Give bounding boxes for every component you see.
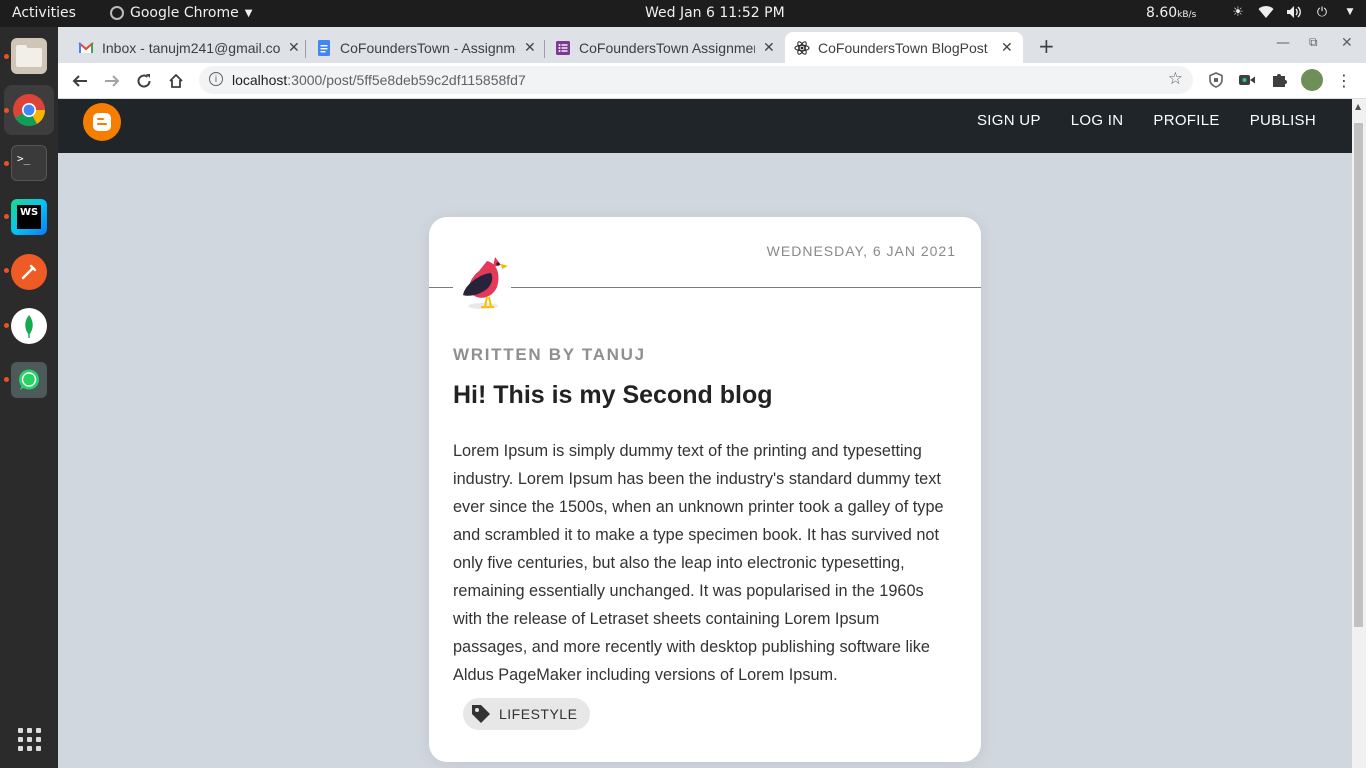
app-menu-label: Google Chrome [130, 5, 239, 21]
blogger-logo-icon[interactable] [83, 103, 121, 141]
tab-gmail[interactable]: Inbox - tanujm241@gmail.com ✕ [58, 32, 306, 63]
post-body: Lorem Ipsum is simply dummy text of the … [453, 442, 944, 684]
puzzle-extensions-icon[interactable] [1270, 71, 1288, 89]
react-icon [794, 40, 810, 55]
whatsapp-icon[interactable] [11, 362, 47, 398]
scrollbar-thumb[interactable] [1354, 123, 1363, 627]
back-button[interactable] [68, 69, 92, 93]
profile-avatar[interactable] [1301, 69, 1323, 91]
kebab-menu-icon[interactable]: ⋮ [1335, 71, 1353, 90]
scroll-up-icon[interactable]: ▲ [1355, 102, 1361, 111]
window-close-button[interactable]: ✕ [1341, 35, 1353, 51]
power-icon[interactable]: ⏻ [1314, 4, 1330, 20]
reload-button[interactable] [132, 69, 156, 93]
close-icon[interactable]: ✕ [763, 39, 775, 56]
chrome-small-icon [110, 6, 124, 20]
post-title: Hi! This is my Second blog [453, 381, 773, 409]
tag-label: LIFESTYLE [499, 706, 578, 722]
tab-google-forms[interactable]: CoFoundersTown Assignment ✕ [535, 32, 783, 63]
forward-button[interactable] [100, 69, 124, 93]
login-link[interactable]: LOG IN [1071, 112, 1124, 129]
terminal-icon[interactable]: >_ [11, 145, 47, 181]
close-icon[interactable]: ✕ [524, 39, 536, 56]
tab-strip: Inbox - tanujm241@gmail.com ✕ CoFounders… [58, 27, 1366, 63]
network-speed: 8.60kB/s [1146, 5, 1196, 21]
terminal-prompt-icon: >_ [17, 152, 31, 165]
files-icon[interactable] [11, 38, 47, 74]
bird-avatar-icon [463, 257, 508, 309]
running-indicator [4, 54, 9, 59]
site-info-icon[interactable]: i [209, 72, 223, 86]
publish-link[interactable]: PUBLISH [1250, 112, 1316, 129]
google-docs-icon [318, 39, 330, 56]
dock: >_ WS [0, 27, 58, 768]
tag-chip[interactable]: LIFESTYLE [463, 698, 591, 730]
minimize-button[interactable]: — [1276, 35, 1290, 51]
tag-icon [472, 705, 490, 723]
chrome-icon[interactable] [11, 92, 47, 128]
chevron-down-icon: ▼ [244, 7, 253, 19]
wifi-icon[interactable] [1258, 4, 1274, 20]
app-menu[interactable]: Google Chrome ▼ [110, 5, 252, 21]
home-button[interactable] [164, 69, 188, 93]
home-icon [169, 73, 183, 88]
webstorm-icon[interactable]: WS [11, 199, 47, 235]
postman-icon[interactable] [11, 254, 47, 290]
tab-title: CoFoundersTown Assignment [579, 39, 755, 56]
post-author: WRITTEN BY TANUJ [453, 345, 646, 364]
network-speed-value: 8.60 [1146, 5, 1178, 21]
mongodb-compass-icon[interactable] [11, 308, 47, 344]
bookmark-star-icon[interactable]: ☆ [1168, 69, 1183, 89]
address-bar[interactable]: i localhost:3000/post/5ff5e8deb59c2df115… [199, 66, 1193, 94]
post-card: WEDNESDAY, 6 JAN 2021 WRITTEN BY TANUJ H… [429, 217, 981, 762]
system-top-bar: Activities Google Chrome ▼ Wed Jan 6 11:… [0, 0, 1366, 27]
system-tray[interactable]: ☀ ⏻ ▼ [1230, 4, 1358, 20]
running-indicator [4, 268, 9, 273]
shield-extension-icon[interactable] [1207, 71, 1225, 89]
new-tab-button[interactable]: + [1038, 34, 1055, 58]
volume-icon[interactable] [1286, 4, 1302, 20]
close-icon[interactable]: ✕ [1001, 39, 1013, 56]
url-path: :3000/post/5ff5e8deb59c2df115858fd7 [287, 72, 526, 88]
reload-icon [137, 74, 151, 88]
tab-blogpost[interactable]: CoFoundersTown BlogPost ✕ [785, 32, 1023, 63]
gmail-icon [78, 41, 94, 53]
video-extension-icon[interactable] [1238, 71, 1256, 89]
tab-google-docs[interactable]: CoFoundersTown - Assignment ✕ [296, 32, 544, 63]
page-scrollbar[interactable]: ▲ [1352, 99, 1366, 768]
profile-link[interactable]: PROFILE [1153, 112, 1219, 129]
tab-title: Inbox - tanujm241@gmail.com [102, 39, 280, 56]
running-indicator [4, 323, 9, 328]
arrow-left-icon [72, 75, 87, 87]
url-host: localhost [232, 72, 288, 88]
maximize-button[interactable]: ⧉ [1309, 35, 1318, 50]
site-navbar: SIGN UP LOG IN PROFILE PUBLISH [58, 99, 1352, 153]
activities-button[interactable]: Activities [12, 5, 76, 21]
tab-title: CoFoundersTown BlogPost [818, 39, 988, 56]
google-forms-icon [556, 40, 570, 55]
running-indicator [4, 377, 9, 382]
tab-title: CoFoundersTown - Assignment [340, 39, 516, 56]
nav-links: SIGN UP LOG IN PROFILE PUBLISH [977, 112, 1316, 129]
page-viewport: SIGN UP LOG IN PROFILE PUBLISH WEDNESDAY… [58, 99, 1352, 768]
running-indicator [4, 161, 9, 166]
show-applications-icon[interactable] [18, 728, 41, 751]
running-indicator [4, 214, 9, 219]
webstorm-logo-icon: WS [17, 205, 41, 229]
chevron-down-icon[interactable]: ▼ [1342, 4, 1358, 20]
divider-line [429, 287, 453, 288]
browser-toolbar: i localhost:3000/post/5ff5e8deb59c2df115… [58, 63, 1366, 99]
clock[interactable]: Wed Jan 6 11:52 PM [645, 5, 785, 21]
network-speed-unit: kB/s [1177, 10, 1197, 20]
post-date: WEDNESDAY, 6 JAN 2021 [766, 243, 956, 259]
brightness-icon[interactable]: ☀ [1230, 4, 1246, 20]
arrow-right-icon [105, 75, 120, 87]
url-text[interactable]: localhost:3000/post/5ff5e8deb59c2df11585… [232, 72, 526, 88]
divider-line [511, 287, 981, 288]
signup-link[interactable]: SIGN UP [977, 112, 1041, 129]
running-indicator [4, 108, 9, 113]
